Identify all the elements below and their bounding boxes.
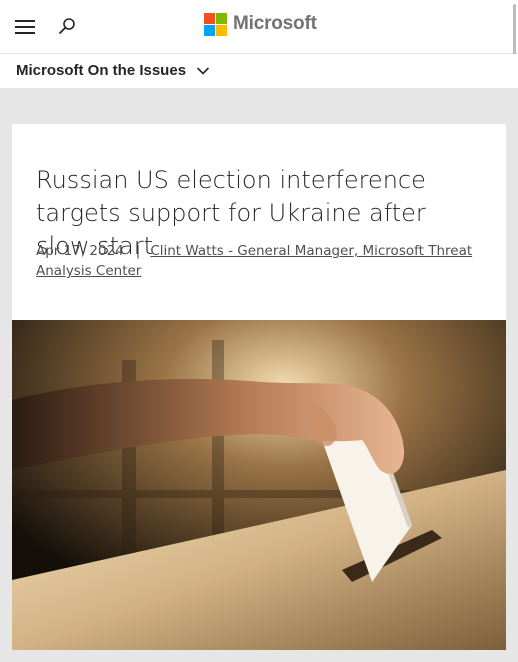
ballot-box-illustration [12,320,506,650]
chevron-down-icon [196,66,210,75]
microsoft-logo[interactable]: Microsoft [204,12,317,36]
hamburger-menu-icon[interactable] [13,17,37,37]
site-header: Microsoft [0,0,518,84]
brand-name: Microsoft [233,13,317,34]
article-header-card: Russian US election interference targets… [12,124,506,320]
hero-image [12,320,506,650]
microsoft-logo-icon [204,12,227,36]
article-meta: Apr 17, 2024 | Clint Watts - General Manag… [36,241,476,281]
meta-separator: | [135,243,141,259]
subnav-label: Microsoft On the Issues [16,62,187,79]
article-date: Apr 17, 2024 [36,243,124,259]
subnav-dropdown[interactable]: Microsoft On the Issues [16,62,210,79]
sub-navigation: Microsoft On the Issues [0,54,518,88]
search-icon[interactable] [56,16,78,38]
